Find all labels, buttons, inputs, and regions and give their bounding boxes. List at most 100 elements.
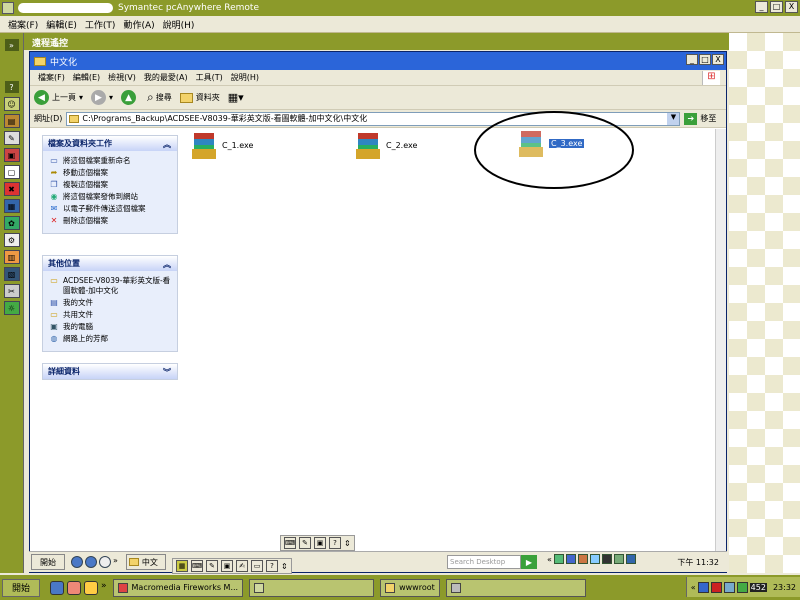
- screen-icon[interactable]: ▦: [176, 560, 188, 572]
- desktop-icon[interactable]: [99, 556, 111, 568]
- task-publish[interactable]: ◉ 將這個檔案發佈到網站: [49, 192, 173, 202]
- dropdown-arrow-icon[interactable]: ▼: [667, 112, 680, 125]
- chevron-icon[interactable]: »: [113, 556, 118, 568]
- tray-icon[interactable]: [577, 554, 588, 564]
- app-icon[interactable]: [84, 580, 98, 595]
- help-icon[interactable]: ?: [266, 560, 278, 572]
- expand-toggle[interactable]: ⇕: [281, 562, 288, 571]
- help-icon[interactable]: ?: [4, 81, 19, 93]
- menu-edit[interactable]: 編輯(E): [46, 18, 77, 31]
- close-button[interactable]: X: [785, 1, 798, 13]
- tool-icon[interactable]: ✿: [3, 216, 20, 230]
- tray-icon[interactable]: [697, 581, 709, 593]
- expand-toggle[interactable]: ⇕: [344, 539, 351, 548]
- collapse-icon[interactable]: ︽: [162, 139, 172, 149]
- place-shared-documents[interactable]: ▭ 共用文件: [49, 310, 173, 320]
- ie-icon[interactable]: [50, 580, 64, 595]
- folders-button[interactable]: 資料夾: [179, 92, 220, 103]
- ie-icon[interactable]: [71, 556, 83, 568]
- pen-icon[interactable]: ✎: [299, 537, 311, 549]
- chevron-icon[interactable]: »: [101, 581, 107, 595]
- menu-file[interactable]: 檔案(F): [8, 18, 38, 31]
- place-network[interactable]: ◍ 網路上的芳鄰: [49, 334, 173, 344]
- taskbar-item-redacted[interactable]: [445, 578, 586, 597]
- go-button[interactable]: ➔ 移至: [684, 112, 716, 125]
- menu-tools[interactable]: 工具(T): [196, 72, 223, 83]
- panel-header[interactable]: 其他位置 ︽: [43, 256, 177, 271]
- keyboard-icon[interactable]: ⌨: [191, 560, 203, 572]
- menu-help[interactable]: 說明(H): [231, 72, 259, 83]
- tool-icon[interactable]: ☺: [3, 97, 20, 111]
- menu-file[interactable]: 檔案(F): [38, 72, 65, 83]
- chat-icon[interactable]: ▣: [314, 537, 326, 549]
- tool-icon[interactable]: ▥: [3, 250, 20, 264]
- task-email[interactable]: ✉ 以電子郵件傳送這個檔案: [49, 204, 173, 214]
- tray-icon[interactable]: [553, 554, 564, 564]
- collapse-icon[interactable]: ︽: [162, 259, 172, 269]
- tool-icon[interactable]: ▤: [3, 114, 20, 128]
- task-copy[interactable]: ❐ 複製這個檔案: [49, 180, 173, 190]
- tray-icon[interactable]: [710, 581, 722, 593]
- tray-icon[interactable]: [613, 554, 624, 564]
- search-go-button[interactable]: ▶: [521, 555, 537, 569]
- tool-icon[interactable]: ☼: [3, 301, 20, 315]
- transfer-icon[interactable]: ▭: [251, 560, 263, 572]
- menu-actions[interactable]: 動作(A): [123, 18, 154, 31]
- tray-icon[interactable]: [589, 554, 600, 564]
- file-item[interactable]: C_1.exe: [192, 131, 253, 159]
- tool-icon[interactable]: ▦: [3, 199, 20, 213]
- draw-icon[interactable]: ✍: [236, 560, 248, 572]
- tool-icon[interactable]: ▣: [3, 148, 20, 162]
- tool-icon[interactable]: ▢: [3, 165, 20, 179]
- menu-view[interactable]: 檢視(V): [108, 72, 136, 83]
- keyboard-icon[interactable]: ⌨: [284, 537, 296, 549]
- chat-icon[interactable]: ▣: [221, 560, 233, 572]
- task-rename[interactable]: ▭ 將這個檔案重新命名: [49, 156, 173, 166]
- back-button[interactable]: ◀ 上一頁 ▾: [34, 90, 83, 105]
- vertical-scrollbar[interactable]: [715, 129, 726, 572]
- search-desktop-input[interactable]: Search Desktop: [447, 555, 521, 569]
- taskbar-item-pcanywhere[interactable]: [249, 578, 375, 597]
- help-icon[interactable]: ?: [329, 537, 341, 549]
- tray-icon[interactable]: [723, 581, 735, 593]
- tool-icon[interactable]: ✎: [3, 131, 20, 145]
- minimize-button[interactable]: _: [755, 1, 768, 13]
- taskbar-item-fireworks[interactable]: Macromedia Fireworks M...: [112, 578, 244, 597]
- media-icon[interactable]: [67, 580, 81, 595]
- expand-icon[interactable]: ︾: [162, 367, 172, 377]
- close-button[interactable]: X: [712, 54, 724, 65]
- tray-icon[interactable]: [625, 554, 636, 564]
- place-my-computer[interactable]: ▣ 我的電腦: [49, 322, 173, 332]
- maximize-button[interactable]: □: [699, 54, 711, 65]
- taskbar-item-wwwroot[interactable]: wwwroot: [380, 578, 440, 597]
- start-button[interactable]: 開始: [2, 578, 40, 597]
- menu-edit[interactable]: 編輯(E): [73, 72, 100, 83]
- menu-tasks[interactable]: 工作(T): [85, 18, 116, 31]
- search-button[interactable]: ⌕ 搜尋: [147, 90, 172, 105]
- menu-favorites[interactable]: 我的最愛(A): [144, 72, 188, 83]
- tool-icon[interactable]: ⚙: [3, 233, 20, 247]
- tray-icon[interactable]: [565, 554, 576, 564]
- file-item[interactable]: C_2.exe: [356, 131, 417, 159]
- tool-icon[interactable]: ▧: [3, 267, 20, 281]
- menu-help[interactable]: 說明(H): [163, 18, 195, 31]
- task-move[interactable]: ➦ 移動這個檔案: [49, 168, 173, 178]
- tool-icon[interactable]: ✖: [3, 182, 20, 196]
- place-parent-folder[interactable]: ▭ ACDSEE-V8039-華彩英文版-看圖軟體-加中文化: [49, 276, 173, 296]
- forward-button[interactable]: ▶ ▾: [91, 90, 113, 105]
- pen-icon[interactable]: ✎: [206, 560, 218, 572]
- panel-header[interactable]: 詳細資料 ︾: [43, 364, 177, 379]
- tool-icon[interactable]: ✂: [3, 284, 20, 298]
- up-button[interactable]: ▲: [121, 90, 139, 105]
- views-button[interactable]: ▦▾: [228, 91, 244, 104]
- panel-header[interactable]: 檔案及資料夾工作 ︽: [43, 136, 177, 151]
- place-my-documents[interactable]: ▤ 我的文件: [49, 298, 173, 308]
- expand-icon[interactable]: »: [4, 39, 19, 51]
- maximize-button[interactable]: □: [770, 1, 783, 13]
- tray-icon[interactable]: [736, 581, 748, 593]
- media-icon[interactable]: [85, 556, 97, 568]
- minimize-button[interactable]: _: [686, 54, 698, 65]
- tray-icon[interactable]: [601, 554, 612, 564]
- taskbar-item-folder[interactable]: 中文: [125, 554, 166, 570]
- task-delete[interactable]: ✕ 刪除這個檔案: [49, 216, 173, 226]
